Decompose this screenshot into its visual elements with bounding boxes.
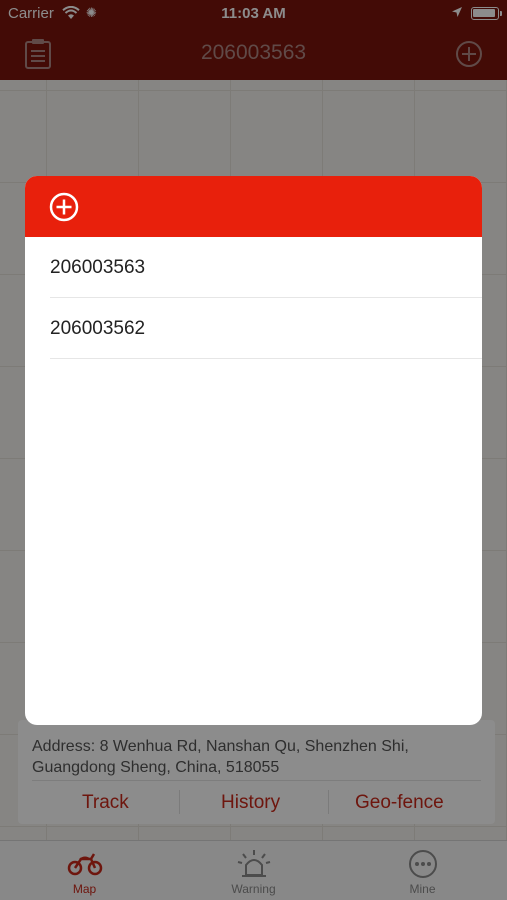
list-item[interactable]: 206003563 bbox=[50, 237, 482, 298]
add-circle-icon[interactable] bbox=[49, 192, 79, 222]
popup-header bbox=[25, 176, 482, 237]
list-item[interactable]: 206003562 bbox=[50, 298, 482, 359]
device-picker-popup: 206003563 206003562 bbox=[25, 176, 482, 725]
device-list: 206003563 206003562 bbox=[50, 237, 482, 359]
